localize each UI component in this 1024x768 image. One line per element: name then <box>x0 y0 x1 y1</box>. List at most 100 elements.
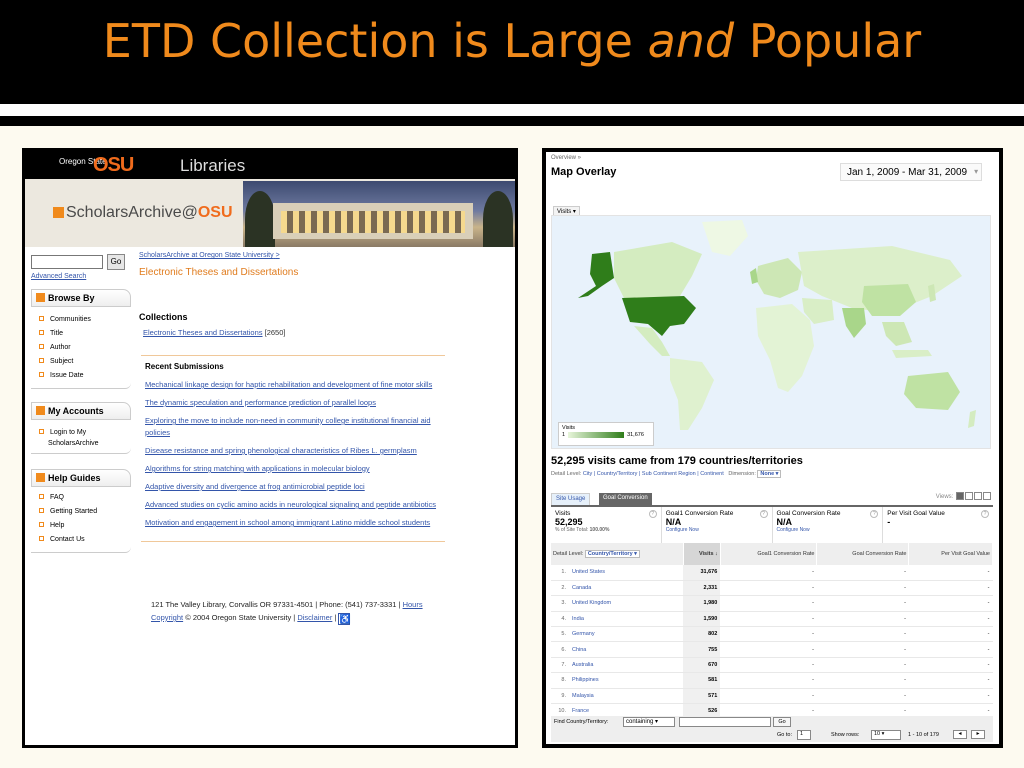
help-icon[interactable]: ? <box>981 510 989 518</box>
compare-view-icon[interactable] <box>983 492 991 500</box>
table-row[interactable]: 9. Malaysia 571- - - <box>551 688 993 705</box>
show-rows-dropdown[interactable]: 10 ▾ <box>871 730 901 740</box>
map-europe <box>756 258 802 298</box>
world-map[interactable]: Visits 1 31,676 <box>551 215 991 449</box>
recent-submission-link[interactable]: The dynamic speculation and performance … <box>145 397 441 409</box>
table-row[interactable]: 5. Germany 802- - - <box>551 626 993 643</box>
browse-issue-date-link[interactable]: Issue Date <box>31 369 131 383</box>
scholarsarchive-logo[interactable]: ScholarsArchive@OSU <box>53 204 233 222</box>
recent-submission-link[interactable]: Mechanical linkage design for haptic reh… <box>145 379 441 391</box>
country-link[interactable]: Germany <box>569 626 684 643</box>
goal1-column-header[interactable]: Goal1 Conversion Rate <box>720 543 818 565</box>
help-link[interactable]: Help <box>31 519 131 533</box>
help-icon[interactable]: ? <box>648 510 657 518</box>
find-mode-dropdown[interactable]: containing ▾ <box>623 717 675 727</box>
analytics-screenshot: Overview » Map Overlay Jan 1, 2009 - Mar… <box>542 148 1003 748</box>
browse-subject-link[interactable]: Subject <box>31 355 131 369</box>
goal-rate-cell: - <box>816 672 909 689</box>
goto-page-input[interactable]: 1 <box>797 730 811 740</box>
search-input[interactable] <box>31 255 103 269</box>
recent-submission-link[interactable]: Adaptive diversity and divergence at fro… <box>145 481 441 493</box>
browse-author-link[interactable]: Author <box>31 341 131 355</box>
find-go-button[interactable]: Go <box>773 717 791 727</box>
table-row[interactable]: 7. Australia 670- - - <box>551 657 993 674</box>
table-row[interactable]: 3. United Kingdom 1,980- - - <box>551 595 993 612</box>
libraries-link[interactable]: Libraries <box>180 156 245 176</box>
map-india <box>842 308 866 338</box>
visits-column-header[interactable]: Visits ↓ <box>683 543 721 565</box>
find-country-input[interactable] <box>679 717 771 727</box>
next-page-button[interactable]: ▸ <box>971 730 985 739</box>
summary-goal1-rate: Goal1 Conversion Rate N/A Configure Now … <box>662 507 773 543</box>
browse-communities-link[interactable]: Communities <box>31 313 131 327</box>
table-row[interactable]: 1. United States 31,676- - - <box>551 565 993 581</box>
recent-submission-link[interactable]: Disease resistance and spring phenologic… <box>145 445 441 457</box>
recent-submission-link[interactable]: Advanced studies on cyclic amino acids i… <box>145 499 441 511</box>
table-row[interactable]: 8. Philippines 581- - - <box>551 672 993 689</box>
table-row[interactable]: 6. China 755- - - <box>551 641 993 658</box>
accessibility-icon[interactable]: ♿ <box>338 613 351 625</box>
search-go-button[interactable]: Go <box>107 254 125 270</box>
table-view-icon[interactable] <box>956 492 964 500</box>
summary-metrics: Visits 52,295 % of Site Total: 100.00% ?… <box>551 505 993 543</box>
browse-by-heading: Browse By <box>31 289 131 307</box>
getting-started-link[interactable]: Getting Started <box>31 505 131 519</box>
login-link[interactable]: Login to My ScholarsArchive <box>31 424 131 448</box>
summary-goal-rate: Goal Conversion Rate N/A Configure Now ? <box>773 507 884 543</box>
country-link[interactable]: Canada <box>569 580 684 597</box>
my-accounts-box: My Accounts Login to My ScholarsArchive <box>31 402 131 454</box>
country-link[interactable]: Philippines <box>569 672 684 689</box>
detail-level-dropdown[interactable]: Country/Territory ▾ <box>584 550 640 558</box>
visits-cell: 581 <box>683 672 721 689</box>
help-icon[interactable]: ? <box>759 510 768 518</box>
prev-page-button[interactable]: ◂ <box>953 730 967 739</box>
orange-square-icon <box>36 406 45 415</box>
tree-graphic <box>245 191 275 247</box>
table-row[interactable]: 2. Canada 2,331- - - <box>551 580 993 597</box>
country-link[interactable]: United States <box>569 565 684 581</box>
browse-title-link[interactable]: Title <box>31 327 131 341</box>
visits-cell: 31,676 <box>683 565 721 581</box>
library-building-photo <box>243 181 515 247</box>
osu-logo[interactable]: OSU <box>93 154 134 177</box>
configure-now-link[interactable]: Configure Now <box>777 527 810 533</box>
help-guides-heading: Help Guides <box>31 469 131 487</box>
advanced-search-link[interactable]: Advanced Search <box>31 273 86 280</box>
breadcrumb[interactable]: ScholarsArchive at Oregon State Universi… <box>139 252 280 259</box>
collections-heading: Collections <box>139 312 188 322</box>
per-visit-column-header[interactable]: Per Visit Goal Value <box>908 543 993 565</box>
goal-column-header[interactable]: Goal Conversion Rate <box>816 543 910 565</box>
recent-submission-link[interactable]: Algorithms for string matching with appl… <box>145 463 441 475</box>
detail-level-links[interactable]: City | Country/Territory | Sub Continent… <box>583 471 724 477</box>
hours-link[interactable]: Hours <box>403 600 423 609</box>
pie-view-icon[interactable] <box>965 492 973 500</box>
country-link[interactable]: India <box>569 611 684 628</box>
table-row[interactable]: 4. India 1,590- - - <box>551 611 993 628</box>
map-alaska <box>578 252 614 298</box>
faq-link[interactable]: FAQ <box>31 491 131 505</box>
footer-address: 121 The Valley Library, Corvallis OR 973… <box>151 600 423 609</box>
configure-now-link[interactable]: Configure Now <box>666 527 699 533</box>
disclaimer-link[interactable]: Disclaimer <box>297 613 332 622</box>
country-link[interactable]: China <box>569 641 684 658</box>
overview-breadcrumb[interactable]: Overview » <box>551 155 581 161</box>
copyright-link[interactable]: Copyright <box>151 613 183 622</box>
report-title: Map Overlay <box>551 166 617 178</box>
tab-goal-conversion[interactable]: Goal Conversion <box>599 493 652 505</box>
row-number: 4. <box>551 611 569 628</box>
tab-site-usage[interactable]: Site Usage <box>551 493 591 505</box>
recent-submission-link[interactable]: Exploring the move to include non-need i… <box>145 415 441 439</box>
country-link[interactable]: Australia <box>569 657 684 674</box>
bar-view-icon[interactable] <box>974 492 982 500</box>
goal1-rate-cell: - <box>720 672 817 689</box>
goto-label: Go to: <box>777 732 792 738</box>
date-range-selector[interactable]: Jan 1, 2009 - Mar 31, 2009 <box>840 163 983 181</box>
goal1-rate-cell: - <box>720 580 817 597</box>
dimension-dropdown[interactable]: None ▾ <box>757 470 782 478</box>
recent-submission-link[interactable]: Motivation and engagement in school amon… <box>145 517 441 529</box>
country-link[interactable]: United Kingdom <box>569 595 684 612</box>
contact-us-link[interactable]: Contact Us <box>31 533 131 547</box>
country-link[interactable]: Malaysia <box>569 688 684 705</box>
row-number: 5. <box>551 626 569 643</box>
etd-collection-link[interactable]: Electronic Theses and Dissertations <box>143 328 263 337</box>
